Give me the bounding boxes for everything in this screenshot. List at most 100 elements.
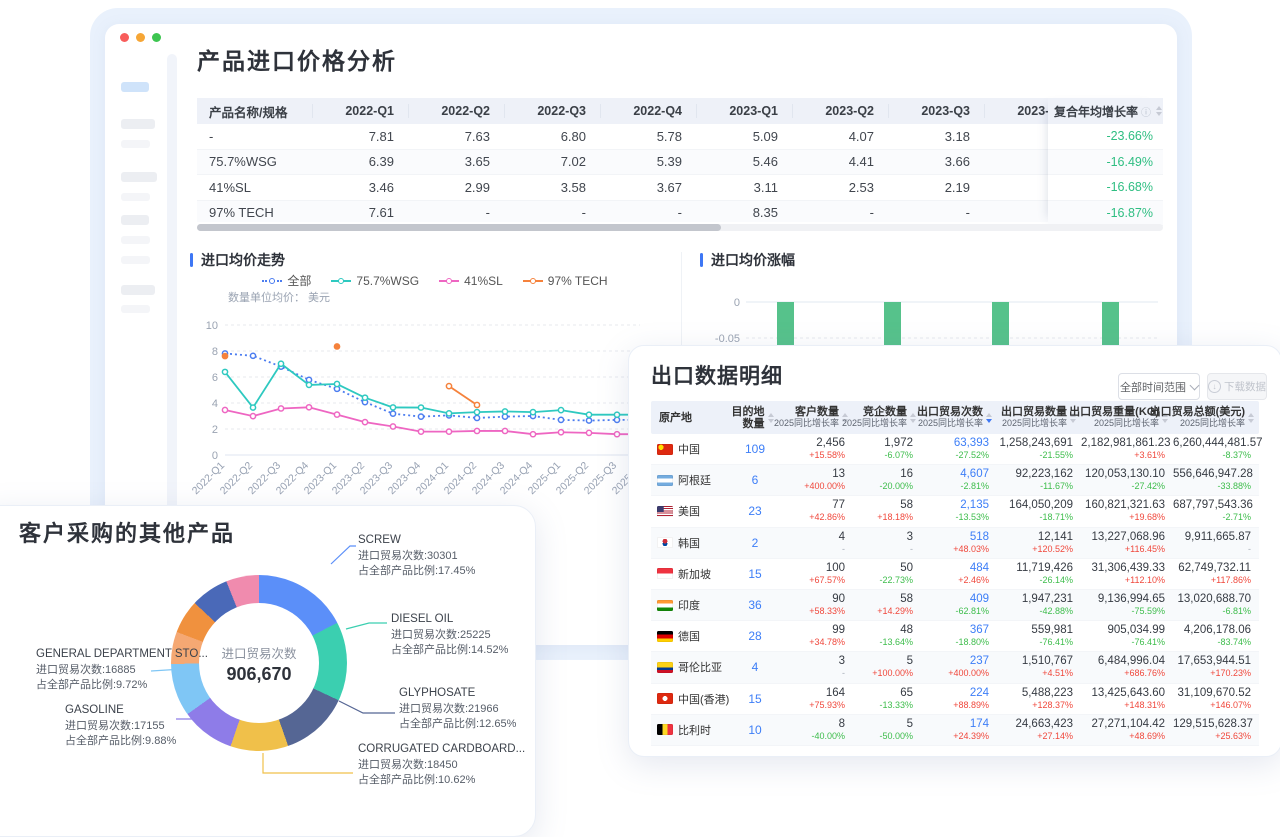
cell-value[interactable]: 4,607 bbox=[921, 468, 989, 481]
destination-count[interactable]: 15 bbox=[729, 692, 781, 706]
data-point bbox=[474, 410, 479, 415]
cell-value: 62,749,732.11 bbox=[1173, 562, 1251, 575]
legend-item[interactable]: 97% TECH bbox=[523, 272, 608, 289]
cell-value[interactable]: 367 bbox=[921, 624, 989, 637]
legend-dot bbox=[338, 278, 344, 284]
cagr-column-header[interactable]: 复合年均增长率 ⓘ bbox=[1048, 98, 1163, 124]
time-range-select[interactable]: 全部时间范围 bbox=[1118, 373, 1200, 400]
destination-count[interactable]: 2 bbox=[729, 536, 781, 550]
legend-item[interactable]: 75.7%WSG bbox=[331, 272, 419, 289]
value-cell: 6,484,996.04+686.76% bbox=[1081, 655, 1173, 679]
cell-yoy: -75.59% bbox=[1081, 606, 1165, 617]
cell-value[interactable]: 518 bbox=[921, 531, 989, 544]
destination-count[interactable]: 109 bbox=[729, 442, 781, 456]
value-cell: 237+400.00% bbox=[921, 655, 997, 679]
close-window-icon[interactable] bbox=[120, 33, 129, 42]
column-header-7[interactable]: 出口贸易总额(美元)2025同比增长率 bbox=[1173, 406, 1259, 429]
cell-value[interactable]: 174 bbox=[921, 718, 989, 731]
flag-icon-cn bbox=[657, 444, 673, 455]
price-col-quarter[interactable]: 2022-Q2 bbox=[408, 104, 504, 118]
value-cell: 1,510,767+4.51% bbox=[997, 655, 1081, 679]
column-header-3[interactable]: 竞企数量2025同比增长率 bbox=[853, 406, 921, 429]
cell-yoy: +67.57% bbox=[781, 575, 845, 586]
destination-count[interactable]: 28 bbox=[729, 629, 781, 643]
cell-value: 4,206,178.06 bbox=[1173, 624, 1251, 637]
destination-count[interactable]: 6 bbox=[729, 473, 781, 487]
data-point bbox=[306, 382, 311, 387]
legend-item[interactable]: 41%SL bbox=[439, 272, 503, 289]
price-col-quarter[interactable]: 2023-Q2 bbox=[792, 104, 888, 118]
donut-slice-label: GENERAL DEPARTMENT STO...进口贸易次数:16885占全部… bbox=[36, 647, 208, 694]
price-col-quarter[interactable]: 2022-Q3 bbox=[504, 104, 600, 118]
price-value: 7.02 bbox=[504, 154, 600, 169]
info-icon[interactable]: ⓘ bbox=[1141, 104, 1151, 119]
price-col-quarter[interactable]: 2023-Q1 bbox=[696, 104, 792, 118]
data-point bbox=[586, 412, 591, 417]
cell-value: 31,306,439.33 bbox=[1081, 562, 1165, 575]
value-cell: 77+42.86% bbox=[781, 499, 853, 523]
destination-count[interactable]: 10 bbox=[729, 723, 781, 737]
cell-value[interactable]: 409 bbox=[921, 593, 989, 606]
cagr-fixed-column: 复合年均增长率 ⓘ -23.66%-16.49%-16.68%-16.87% bbox=[1048, 98, 1163, 226]
price-table-row: 97% TECH7.61---8.35-- bbox=[197, 201, 1048, 223]
maximize-window-icon[interactable] bbox=[152, 33, 161, 42]
sort-icon[interactable] bbox=[910, 413, 916, 423]
minimize-window-icon[interactable] bbox=[136, 33, 145, 42]
sort-icon[interactable] bbox=[768, 413, 774, 423]
horizontal-scrollbar[interactable] bbox=[197, 224, 1163, 231]
origin-name: 哥伦比亚 bbox=[678, 659, 722, 675]
scrollbar-thumb[interactable] bbox=[197, 224, 721, 231]
cell-yoy: +75.93% bbox=[781, 700, 845, 711]
cell-yoy: +88.89% bbox=[921, 700, 989, 711]
cell-value[interactable]: 484 bbox=[921, 562, 989, 575]
destination-count[interactable]: 36 bbox=[729, 598, 781, 612]
cell-value[interactable]: 224 bbox=[921, 687, 989, 700]
price-col-quarter[interactable]: 2023-Q3 bbox=[888, 104, 984, 118]
svg-text:8: 8 bbox=[212, 346, 218, 358]
price-col-quarter[interactable]: 2023-Q4 bbox=[984, 104, 1048, 118]
cell-yoy: -62.81% bbox=[921, 606, 989, 617]
sort-icon[interactable] bbox=[1248, 413, 1254, 423]
cell-value: 99 bbox=[781, 624, 845, 637]
price-col-quarter[interactable]: 2022-Q4 bbox=[600, 104, 696, 118]
cell-value: 13,425,643.60 bbox=[1081, 687, 1165, 700]
destination-count[interactable]: 23 bbox=[729, 504, 781, 518]
cell-value[interactable]: 2,135 bbox=[921, 499, 989, 512]
price-value: 3.18 bbox=[888, 129, 984, 144]
data-point bbox=[446, 411, 451, 416]
download-data-button[interactable]: ↓ 下载数据 bbox=[1207, 373, 1267, 400]
cell-value[interactable]: 237 bbox=[921, 655, 989, 668]
bar bbox=[884, 302, 901, 348]
destination-count[interactable]: 15 bbox=[729, 567, 781, 581]
sort-icon[interactable] bbox=[1156, 106, 1162, 116]
bar bbox=[992, 302, 1009, 348]
cell-value: 12,141 bbox=[997, 531, 1073, 544]
leader-line bbox=[331, 546, 356, 564]
price-value: 4.07 bbox=[792, 129, 888, 144]
legend-marker bbox=[439, 277, 459, 285]
value-cell: 120,053,130.10-27.42% bbox=[1081, 468, 1173, 492]
price-value: - bbox=[408, 205, 504, 220]
cell-value: 559,981 bbox=[997, 624, 1073, 637]
cell-yoy: +117.86% bbox=[1173, 575, 1251, 586]
column-header-4[interactable]: 出口贸易次数2025同比增长率 bbox=[921, 406, 997, 429]
slice-share: 占全部产品比例:17.45% bbox=[358, 564, 475, 580]
cell-yoy: +112.10% bbox=[1081, 575, 1165, 586]
value-cell: 8-40.00% bbox=[781, 718, 853, 742]
sort-icon[interactable] bbox=[986, 413, 992, 423]
price-col-quarter[interactable]: 2022-Q1 bbox=[312, 104, 408, 118]
cell-yoy: -83.74% bbox=[1173, 637, 1251, 648]
cell-value[interactable]: 63,393 bbox=[921, 437, 989, 450]
sidebar-skeleton-bar bbox=[121, 193, 150, 201]
legend-item[interactable]: 全部 bbox=[262, 272, 311, 289]
cagr-value: -16.49% bbox=[1048, 150, 1163, 176]
price-table-scroll-area[interactable]: 产品名称/规格2022-Q12022-Q22022-Q32022-Q42023-… bbox=[197, 98, 1048, 222]
chevron-down-icon bbox=[1190, 380, 1200, 390]
value-cell: 9,136,994.65-75.59% bbox=[1081, 593, 1173, 617]
destination-count[interactable]: 4 bbox=[729, 660, 781, 674]
price-value: - bbox=[504, 205, 600, 220]
legend-dot bbox=[269, 278, 275, 284]
sidebar-skeleton-bar bbox=[121, 256, 150, 264]
cell-value: 3 bbox=[853, 531, 913, 544]
sidebar-skeleton-bar bbox=[121, 285, 155, 295]
